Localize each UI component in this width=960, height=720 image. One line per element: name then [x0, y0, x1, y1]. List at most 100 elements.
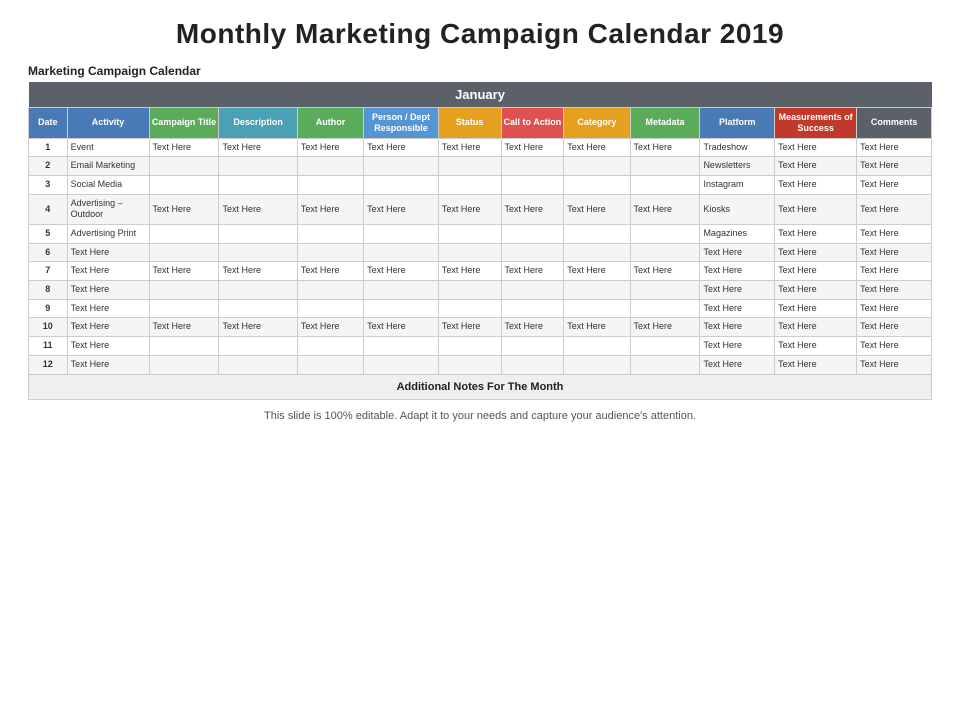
- cell-person: Text Here: [364, 194, 439, 224]
- cell-category: Text Here: [564, 262, 630, 281]
- cell-measure: Text Here: [775, 355, 857, 374]
- cell-category: Text Here: [564, 138, 630, 157]
- cell-metadata: [630, 175, 700, 194]
- cell-status: [438, 337, 501, 356]
- cell-platform: Text Here: [700, 243, 775, 262]
- cell-platform: Magazines: [700, 225, 775, 244]
- cell-status: Text Here: [438, 318, 501, 337]
- cell-num: 7: [29, 262, 68, 281]
- section-label: Marketing Campaign Calendar: [28, 64, 932, 78]
- cell-campaign_title: [149, 337, 219, 356]
- cell-author: [297, 299, 363, 318]
- cell-cta: [501, 355, 564, 374]
- table-row: 11Text HereText HereText HereText Here: [29, 337, 932, 356]
- col-header-date: Date: [29, 108, 68, 139]
- table-row: 8Text HereText HereText HereText Here: [29, 281, 932, 300]
- table-row: 12Text HereText HereText HereText Here: [29, 355, 932, 374]
- cell-campaign_title: [149, 281, 219, 300]
- cell-activity: Advertising – Outdoor: [67, 194, 149, 224]
- cell-activity: Text Here: [67, 262, 149, 281]
- cell-platform: Kiosks: [700, 194, 775, 224]
- cell-activity: Social Media: [67, 175, 149, 194]
- cell-description: [219, 243, 297, 262]
- cell-measure: Text Here: [775, 225, 857, 244]
- cell-comments: Text Here: [857, 194, 932, 224]
- cell-status: [438, 243, 501, 262]
- cell-cta: Text Here: [501, 194, 564, 224]
- cell-status: [438, 355, 501, 374]
- col-header-category: Category: [564, 108, 630, 139]
- cell-person: [364, 175, 439, 194]
- cell-comments: Text Here: [857, 337, 932, 356]
- cell-cta: [501, 243, 564, 262]
- cell-metadata: [630, 225, 700, 244]
- cell-num: 2: [29, 157, 68, 176]
- cell-campaign_title: [149, 225, 219, 244]
- cell-person: [364, 299, 439, 318]
- cell-measure: Text Here: [775, 318, 857, 337]
- cell-category: Text Here: [564, 194, 630, 224]
- cell-platform: Newsletters: [700, 157, 775, 176]
- cell-num: 6: [29, 243, 68, 262]
- page: Monthly Marketing Campaign Calendar 2019…: [0, 0, 960, 720]
- cell-description: Text Here: [219, 138, 297, 157]
- cell-num: 4: [29, 194, 68, 224]
- cell-activity: Text Here: [67, 337, 149, 356]
- cell-metadata: [630, 299, 700, 318]
- cell-measure: Text Here: [775, 194, 857, 224]
- cell-description: [219, 355, 297, 374]
- cell-author: Text Here: [297, 318, 363, 337]
- cell-platform: Text Here: [700, 262, 775, 281]
- cell-comments: Text Here: [857, 157, 932, 176]
- table-row: 2Email MarketingNewslettersText HereText…: [29, 157, 932, 176]
- cell-measure: Text Here: [775, 157, 857, 176]
- cell-activity: Text Here: [67, 355, 149, 374]
- cell-comments: Text Here: [857, 355, 932, 374]
- cell-category: [564, 225, 630, 244]
- cell-author: [297, 243, 363, 262]
- col-header-platform: Platform: [700, 108, 775, 139]
- table-row: 6Text HereText HereText HereText Here: [29, 243, 932, 262]
- cell-category: Text Here: [564, 318, 630, 337]
- cell-platform: Text Here: [700, 318, 775, 337]
- cell-campaign_title: Text Here: [149, 318, 219, 337]
- cell-author: Text Here: [297, 138, 363, 157]
- cell-description: [219, 281, 297, 300]
- cell-cta: [501, 157, 564, 176]
- cell-measure: Text Here: [775, 337, 857, 356]
- cell-num: 8: [29, 281, 68, 300]
- cell-activity: Email Marketing: [67, 157, 149, 176]
- table-row: 9Text HereText HereText HereText Here: [29, 299, 932, 318]
- cell-author: [297, 157, 363, 176]
- month-header-cell: January: [29, 82, 932, 108]
- calendar-table: JanuaryDateActivityCampaign TitleDescrip…: [28, 82, 932, 400]
- cell-cta: Text Here: [501, 138, 564, 157]
- month-header-row: January: [29, 82, 932, 108]
- col-header-activity: Activity: [67, 108, 149, 139]
- cell-num: 11: [29, 337, 68, 356]
- cell-description: [219, 225, 297, 244]
- cell-author: [297, 355, 363, 374]
- cell-description: Text Here: [219, 318, 297, 337]
- cell-author: [297, 225, 363, 244]
- cell-metadata: Text Here: [630, 262, 700, 281]
- cell-num: 12: [29, 355, 68, 374]
- cell-platform: Text Here: [700, 337, 775, 356]
- table-row: 7Text HereText HereText HereText HereTex…: [29, 262, 932, 281]
- footer-text: This slide is 100% editable. Adapt it to…: [28, 410, 932, 422]
- cell-metadata: [630, 337, 700, 356]
- cell-author: [297, 281, 363, 300]
- cell-cta: Text Here: [501, 318, 564, 337]
- cell-metadata: [630, 243, 700, 262]
- col-header-status: Status: [438, 108, 501, 139]
- cell-campaign_title: [149, 243, 219, 262]
- cell-category: [564, 243, 630, 262]
- cell-description: [219, 175, 297, 194]
- cell-comments: Text Here: [857, 262, 932, 281]
- cell-category: [564, 157, 630, 176]
- cell-status: [438, 175, 501, 194]
- cell-campaign_title: Text Here: [149, 262, 219, 281]
- cell-status: Text Here: [438, 262, 501, 281]
- col-header-metadata: Metadata: [630, 108, 700, 139]
- cell-comments: Text Here: [857, 225, 932, 244]
